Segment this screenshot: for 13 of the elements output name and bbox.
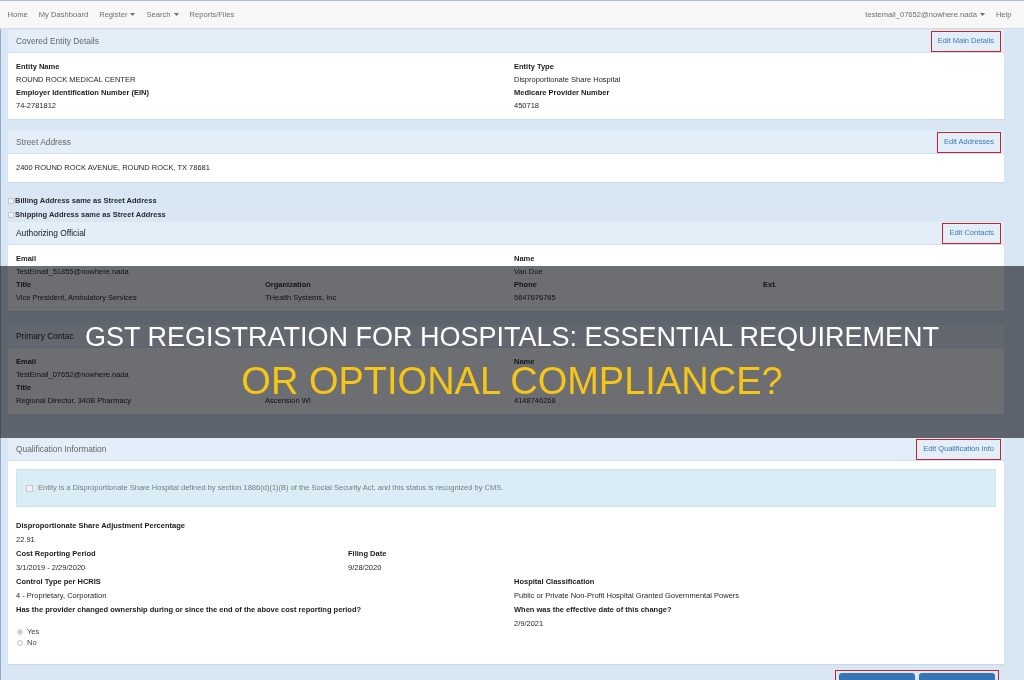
radio-button[interactable] [17,639,23,646]
radio-button[interactable] [17,628,23,635]
section-title: Covered Entity Details [16,36,99,46]
action-button[interactable] [919,673,995,680]
section-title: Primary Contac [16,331,74,341]
checkbox[interactable] [8,212,14,218]
section-title: Street Address [16,137,71,147]
checkbox[interactable] [26,484,33,492]
section-title: Authorizing Official [16,228,86,238]
action-button[interactable] [839,673,915,680]
headline: OR OPTIONAL COMPLIANCE? [241,367,783,396]
checkbox[interactable] [8,198,14,204]
section-title: Qualification Information [16,444,107,454]
